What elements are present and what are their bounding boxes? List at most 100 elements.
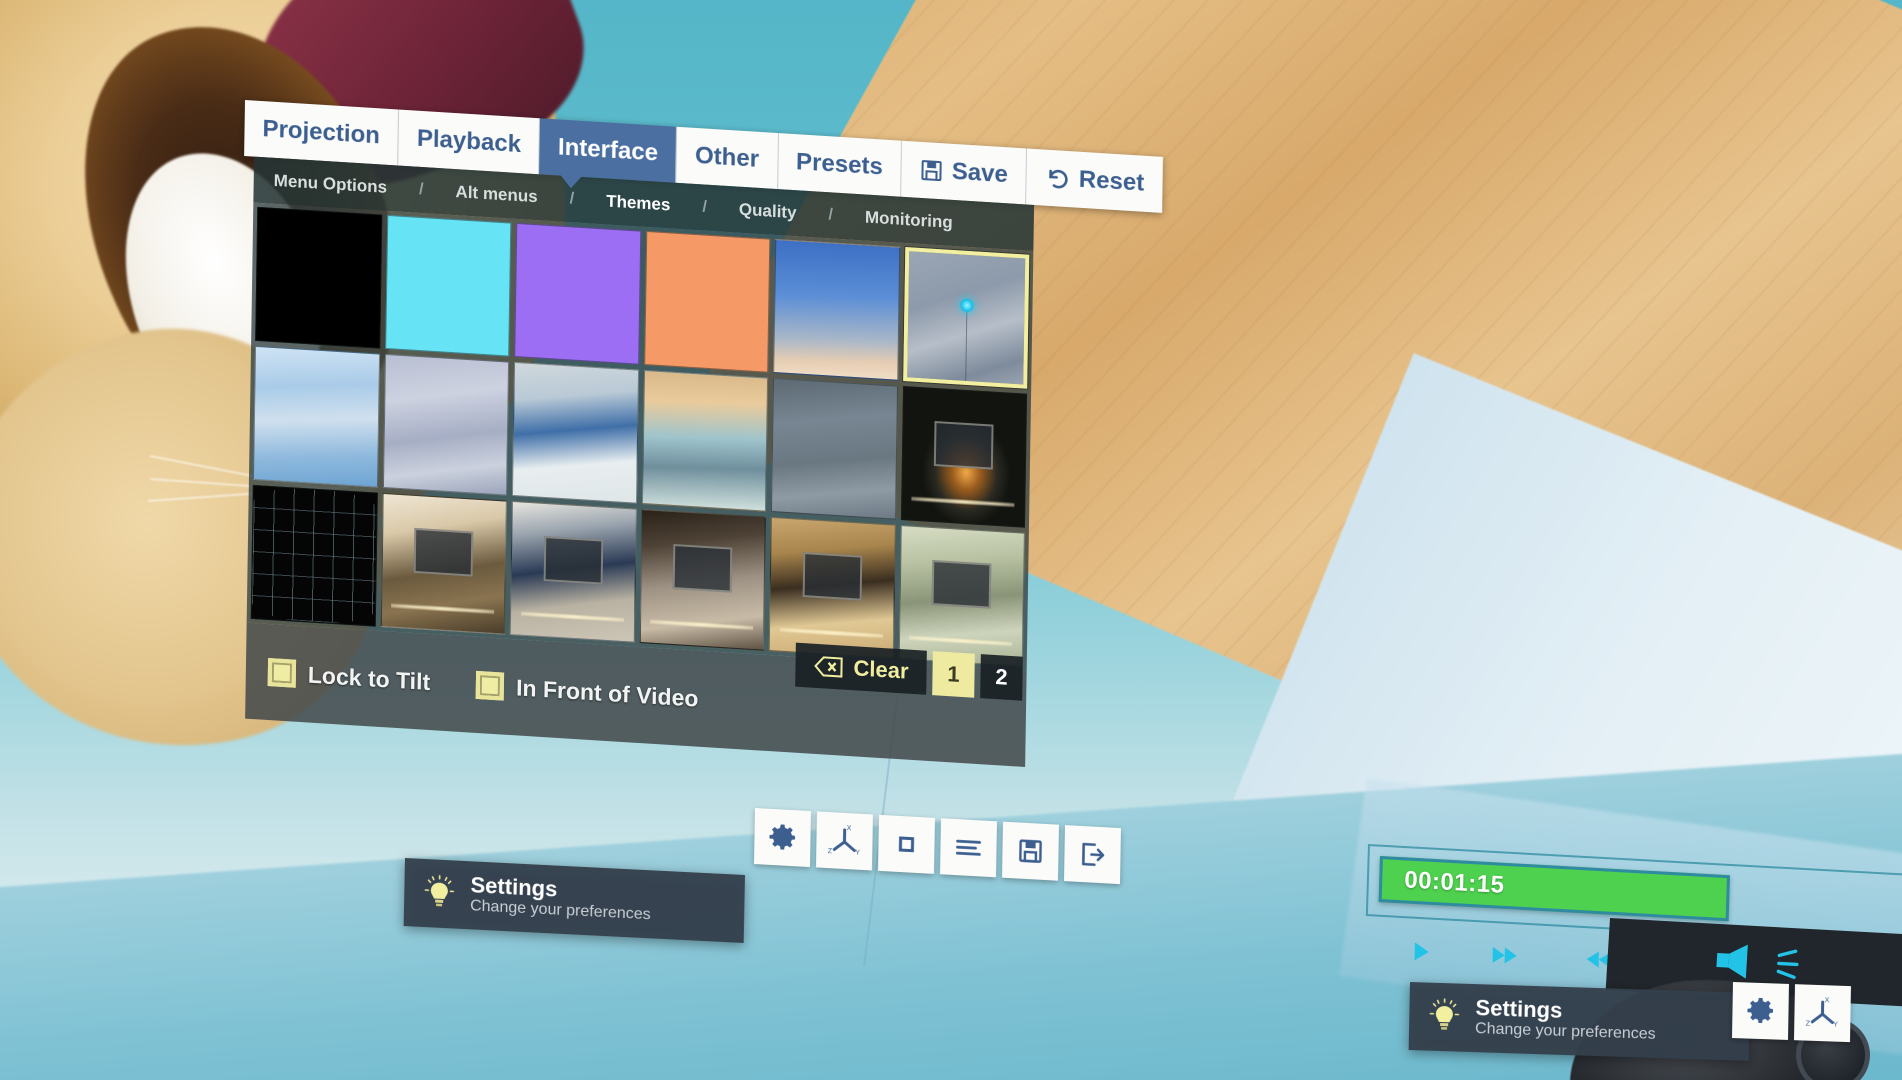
settings-tooltip-right: Settings Change your preferences: [1408, 982, 1750, 1061]
tab-label: Playback: [416, 124, 522, 159]
save-icon: [920, 158, 944, 183]
theme-grid-area: Clear 1 2: [246, 202, 1034, 701]
theme-thumbnail[interactable]: [509, 500, 637, 643]
room-screen-overlay: [934, 420, 994, 470]
tab-save[interactable]: Save: [901, 140, 1028, 205]
theme-thumbnail[interactable]: [643, 230, 771, 373]
room-screen-overlay: [931, 559, 992, 609]
lightbulb-icon: [424, 874, 455, 912]
svg-text:Y: Y: [855, 850, 860, 857]
theme-thumbnail[interactable]: [382, 353, 510, 496]
square-icon-button[interactable]: [877, 814, 935, 874]
save-icon: [1016, 836, 1045, 866]
tab-label: Reset: [1078, 165, 1145, 197]
play-icon[interactable]: [1407, 938, 1434, 965]
page-button-2[interactable]: 2: [980, 654, 1023, 701]
gear-icon: [1745, 995, 1776, 1026]
theme-thumbnail[interactable]: [255, 206, 382, 349]
theme-thumbnail[interactable]: [902, 247, 1030, 389]
svg-text:Z: Z: [828, 848, 833, 855]
subnav-separator: /: [828, 206, 834, 224]
checkbox-label: Lock to Tilt: [307, 660, 431, 695]
page-button-1[interactable]: 1: [932, 651, 975, 698]
lightbulb-icon: [1429, 998, 1460, 1035]
tab-projection[interactable]: Projection: [244, 100, 400, 166]
room-lights-overlay: [520, 608, 624, 626]
svg-text:X: X: [1825, 997, 1830, 1004]
wireframe-overlay: [251, 485, 377, 626]
tab-other[interactable]: Other: [676, 126, 779, 190]
tooltip-text: Settings Change your preferences: [470, 872, 651, 924]
axes-icon-button[interactable]: X Y Z: [1793, 984, 1851, 1043]
clear-button[interactable]: Clear: [795, 642, 927, 695]
subnav-separator: /: [702, 198, 708, 216]
tab-playback[interactable]: Playback: [398, 109, 541, 175]
vr-cursor-dot: [960, 298, 974, 313]
theme-thumbnail[interactable]: [639, 508, 766, 651]
svg-text:Z: Z: [1806, 1021, 1811, 1028]
tooltip-text: Settings Change your preferences: [1474, 995, 1656, 1044]
list-icon-button[interactable]: [939, 818, 997, 878]
checkbox-box[interactable]: [267, 657, 297, 688]
room-screen-overlay: [672, 543, 733, 593]
speaker-icon[interactable]: [1712, 938, 1769, 985]
room-screen-overlay: [543, 535, 603, 585]
gear-icon-button[interactable]: [753, 808, 811, 868]
theme-thumbnail[interactable]: [252, 345, 380, 488]
svg-text:X: X: [847, 825, 852, 832]
exit-icon-button[interactable]: [1063, 825, 1121, 885]
theme-thumbnail[interactable]: [384, 214, 512, 357]
theme-thumbnail[interactable]: [641, 369, 769, 512]
gear-icon-button[interactable]: [1731, 982, 1789, 1040]
sound-waves-icon: [1774, 945, 1804, 983]
axes-icon: X Y Z: [1804, 995, 1841, 1032]
theme-thumbnail[interactable]: [511, 361, 639, 504]
active-tab-pointer: [559, 174, 583, 189]
theme-thumbnail[interactable]: [900, 386, 1028, 528]
fast-forward-icon[interactable]: [1489, 942, 1524, 970]
room-lights-overlay: [911, 493, 1015, 511]
room-lights-overlay: [779, 624, 883, 642]
list-icon: [953, 834, 983, 862]
tab-interface[interactable]: Interface: [539, 118, 678, 183]
checkbox-lock-to-tilt[interactable]: Lock to Tilt: [267, 657, 431, 696]
vr-scene: Projection Playback Interface Other Pres…: [0, 0, 1902, 1080]
room-lights-overlay: [909, 632, 1013, 650]
tab-label: Projection: [262, 115, 381, 150]
gear-icon: [767, 822, 798, 854]
subnav-item-quality[interactable]: Quality: [733, 199, 803, 223]
backspace-icon: [813, 655, 843, 679]
room-screen-overlay: [802, 551, 862, 601]
checkbox-in-front-of-video[interactable]: In Front of Video: [475, 670, 699, 713]
subnav-item-monitoring[interactable]: Monitoring: [859, 207, 959, 233]
room-screen-overlay: [413, 527, 474, 577]
tab-label: Presets: [795, 148, 884, 181]
clear-label: Clear: [853, 655, 909, 684]
tab-label: Other: [694, 141, 760, 173]
checkbox-label: In Front of Video: [515, 673, 699, 712]
tab-presets[interactable]: Presets: [777, 133, 903, 197]
theme-thumbnail[interactable]: [773, 238, 900, 381]
theme-thumbnail[interactable]: [250, 484, 378, 627]
tab-reset[interactable]: Reset: [1026, 148, 1163, 213]
theme-thumbnail[interactable]: [768, 516, 896, 659]
theme-thumbnail[interactable]: [514, 222, 641, 365]
tab-label: Save: [951, 157, 1009, 189]
axes-icon-button[interactable]: X Y Z: [815, 811, 873, 871]
reset-icon: [1045, 166, 1071, 192]
theme-thumbnail[interactable]: [380, 492, 507, 635]
checkbox-box[interactable]: [475, 670, 505, 701]
theme-grid: [250, 206, 1030, 667]
tab-label: Interface: [557, 133, 659, 167]
save-icon-button[interactable]: [1001, 821, 1059, 881]
settings-panel: Projection Playback Interface Other Pres…: [235, 100, 1163, 769]
theme-thumbnail[interactable]: [898, 525, 1025, 667]
subnav-item-menu-options[interactable]: Menu Options: [268, 170, 394, 198]
subnav-item-alt-menus[interactable]: Alt menus: [449, 182, 544, 208]
tooltip-subtitle: Change your preferences: [1474, 1020, 1656, 1043]
room-lights-overlay: [650, 616, 754, 634]
subnav-item-themes[interactable]: Themes: [600, 191, 677, 216]
room-lights-overlay: [391, 600, 495, 618]
vr-pointer-ray: [964, 307, 968, 381]
theme-thumbnail[interactable]: [770, 377, 898, 520]
